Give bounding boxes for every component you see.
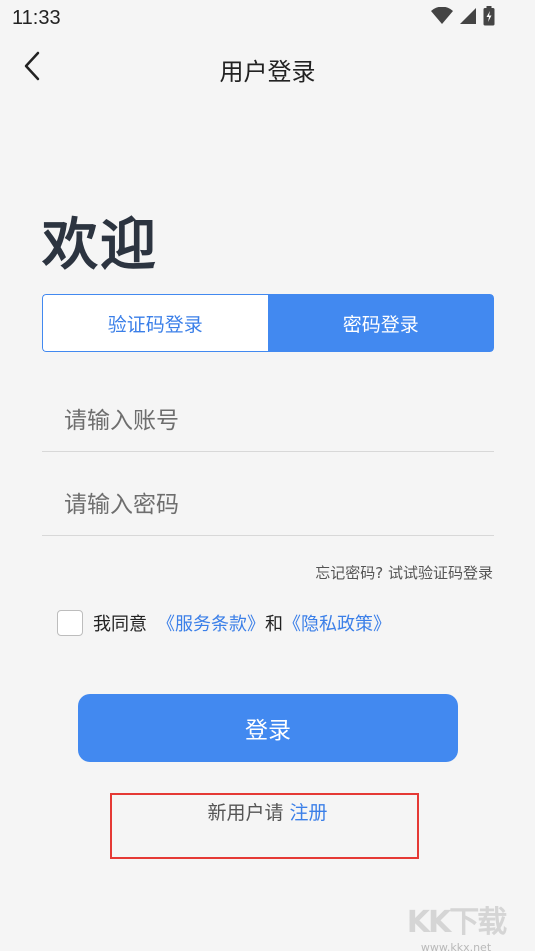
app-header: 用户登录 — [0, 36, 535, 102]
register-link[interactable]: 注册 — [290, 798, 328, 825]
password-field-wrapper — [42, 474, 494, 536]
agreement-prefix: 我同意 — [93, 614, 147, 635]
signal-icon — [459, 7, 477, 29]
status-time: 11:33 — [12, 7, 61, 29]
register-prefix: 新用户请 — [207, 802, 284, 824]
forgot-password-link[interactable]: 忘记密码? 试试验证码登录 — [315, 562, 493, 583]
account-input[interactable] — [42, 390, 494, 451]
register-row: 新用户请 注册 — [0, 798, 535, 825]
terms-of-service-link[interactable]: 《服务条款》 — [157, 610, 265, 636]
agreement-row: 我同意 《服务条款》 和 《隐私政策》 — [57, 609, 391, 637]
watermark-url: www.kkx.net — [420, 941, 492, 951]
privacy-policy-link[interactable]: 《隐私政策》 — [283, 610, 391, 636]
account-field-wrapper — [42, 390, 494, 452]
status-icons — [431, 6, 495, 30]
battery-icon — [483, 6, 495, 30]
page-title: 用户登录 — [219, 58, 316, 86]
agreement-and: 和 — [265, 614, 283, 635]
watermark: KK下载 www.kkx.net — [401, 897, 511, 951]
password-input[interactable] — [42, 474, 494, 535]
tab-password-login[interactable]: 密码登录 — [267, 294, 494, 352]
welcome-heading: 欢迎 — [42, 213, 158, 278]
tab-sms-login[interactable]: 验证码登录 — [42, 294, 268, 352]
login-mode-tabs: 验证码登录 密码登录 — [42, 294, 494, 352]
watermark-logo: KK下载 — [406, 905, 508, 940]
status-bar: 11:33 — [0, 0, 535, 36]
wifi-icon — [431, 6, 453, 29]
agreement-checkbox[interactable] — [57, 610, 83, 636]
login-button[interactable]: 登录 — [78, 694, 458, 762]
